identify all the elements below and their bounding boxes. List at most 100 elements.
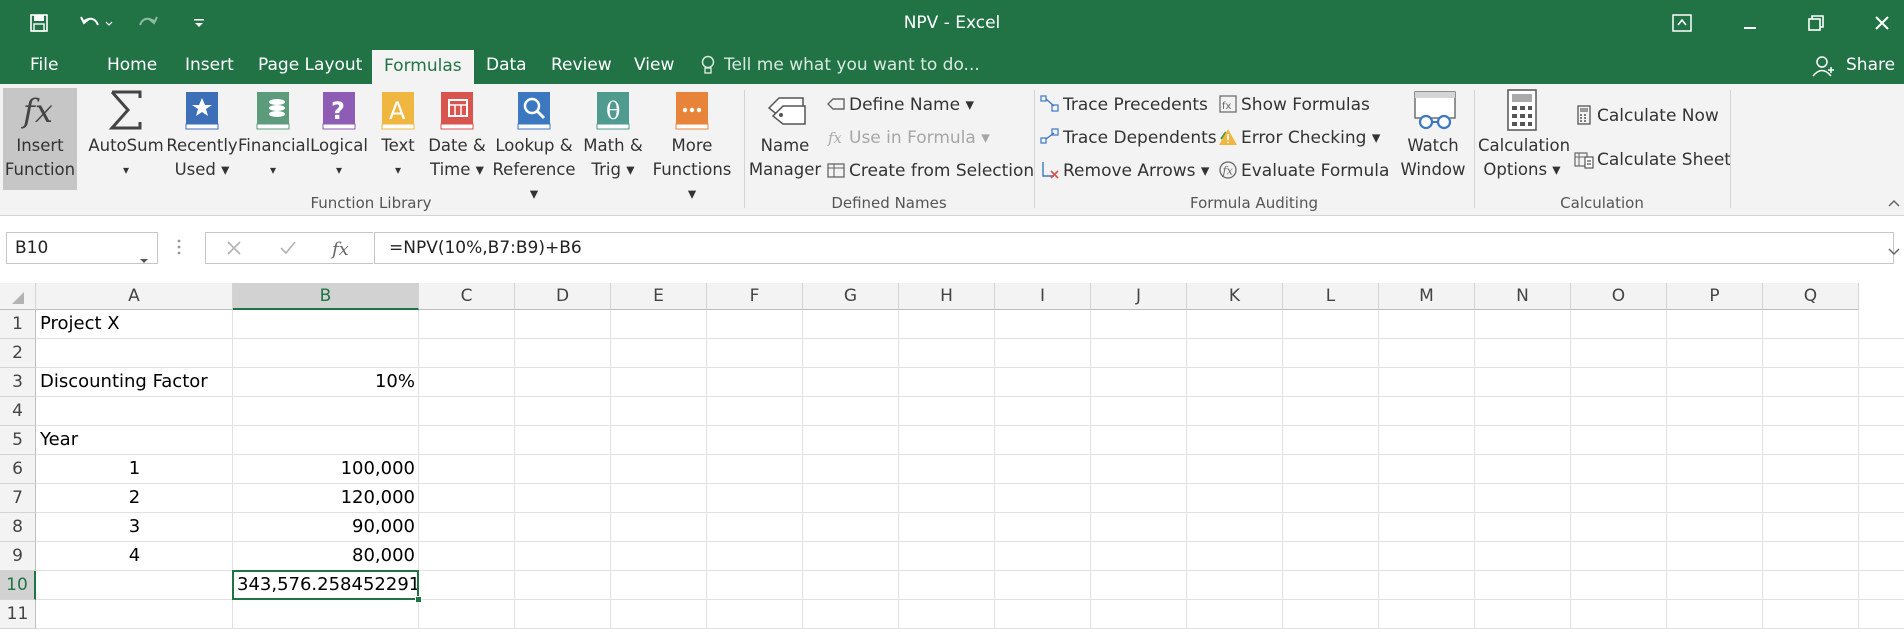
cell-a6[interactable]: 1 [36,455,233,484]
column-header-q[interactable]: Q [1763,283,1859,310]
column-header-k[interactable]: K [1187,283,1283,310]
column-header-e[interactable]: E [611,283,707,310]
cell-a5[interactable]: Year [36,426,233,455]
share-button[interactable]: Share [1846,46,1895,84]
formula-input[interactable]: =NPV(10%,B7:B9)+B6 [374,232,1894,264]
math-trig-button[interactable]: θ Math & Trig ▾ [578,88,648,182]
column-header-d[interactable]: D [515,283,611,310]
row-header-4[interactable]: 4 [0,397,36,426]
column-header-m[interactable]: M [1379,283,1475,310]
cell-a1[interactable]: Project X [36,310,233,339]
save-icon[interactable] [22,0,56,46]
svg-text:fx: fx [1222,165,1234,178]
tab-home[interactable]: Home [95,46,169,84]
worksheet-grid[interactable]: A B C D E F G H I J K L M N O P Q 1 2 3 4 5 6 7 8 9 10 11 Project XD… [0,283,1904,638]
tab-page-layout[interactable]: Page Layout [246,46,374,84]
use-in-formula-button[interactable]: fx Use in Formula ▾ [826,124,990,152]
calculation-options-button[interactable]: Calculation Options ▾ [1478,88,1570,182]
row-header-10[interactable]: 10 [0,571,36,600]
cell-b7[interactable]: 120,000 [233,484,419,513]
select-all-corner[interactable] [0,283,36,310]
tell-me-search[interactable]: Tell me what you want to do... [724,46,980,84]
name-box-dropdown-icon[interactable] [139,245,149,275]
logical-button[interactable]: ? Logical ▾ [308,88,370,182]
column-header-b[interactable]: B [233,283,419,310]
trace-dependents-button[interactable]: Trace Dependents [1040,124,1217,152]
ribbon-display-options-icon[interactable] [1664,0,1700,46]
svg-text:fx: fx [21,92,53,130]
defined-names-label: Defined Names [831,194,947,212]
more-functions-button[interactable]: More Functions ▾ [648,88,736,206]
row-header-1[interactable]: 1 [0,310,36,339]
error-checking-button[interactable]: Error Checking ▾ [1218,124,1380,152]
share-person-icon[interactable] [1812,55,1836,81]
gridline [1762,310,1763,629]
column-header-p[interactable]: P [1667,283,1763,310]
cell-a9[interactable]: 4 [36,542,233,571]
cell-b9[interactable]: 80,000 [233,542,419,571]
restore-icon[interactable] [1796,0,1836,46]
remove-arrows-button[interactable]: Remove Arrows ▾ [1040,157,1209,185]
row-header-7[interactable]: 7 [0,484,36,513]
calculate-now-button[interactable]: Calculate Now [1574,102,1719,130]
insert-function-button[interactable]: fx Insert Function [3,88,77,190]
tab-insert[interactable]: Insert [173,46,246,84]
recently-used-button[interactable]: Recently Used ▾ [166,88,238,182]
close-icon[interactable] [1862,0,1902,46]
tab-view[interactable]: View [622,46,686,84]
minimize-icon[interactable] [1730,0,1770,46]
name-box[interactable]: B10 [6,232,158,264]
collapse-ribbon-icon[interactable] [1888,196,1900,212]
define-name-button[interactable]: Define Name ▾ [826,91,974,119]
undo-icon[interactable] [74,0,118,46]
insert-function-fx-icon[interactable]: fx [330,236,354,266]
show-formulas-button[interactable]: fx Show Formulas [1218,91,1370,119]
tab-formulas[interactable]: Formulas [372,50,474,84]
trace-precedents-button[interactable]: Trace Precedents [1040,91,1208,119]
customize-qat-icon[interactable] [186,0,212,46]
cell-a7[interactable]: 2 [36,484,233,513]
cell-b8[interactable]: 90,000 [233,513,419,542]
text-button[interactable]: A Text ▾ [374,88,422,182]
confirm-entry-icon[interactable] [278,238,298,264]
column-header-i[interactable]: I [995,283,1091,310]
row-header-2[interactable]: 2 [0,339,36,368]
column-header-n[interactable]: N [1475,283,1571,310]
row-header-6[interactable]: 6 [0,455,36,484]
cell-b3[interactable]: 10% [233,368,419,397]
create-from-selection-button[interactable]: Create from Selection [826,157,1034,185]
watch-window-button[interactable]: Watch Window [1394,88,1472,182]
cell-a8[interactable]: 3 [36,513,233,542]
column-header-h[interactable]: H [899,283,995,310]
row-header-3[interactable]: 3 [0,368,36,397]
financial-button[interactable]: Financial ▾ [238,88,310,182]
autosum-button[interactable]: AutoSum ▾ [86,88,166,182]
column-header-g[interactable]: G [803,283,899,310]
column-header-c[interactable]: C [419,283,515,310]
column-header-a[interactable]: A [36,283,233,310]
question-book-icon: ? [319,88,359,132]
column-header-f[interactable]: F [707,283,803,310]
redo-icon[interactable] [126,0,170,46]
expand-formula-bar-icon[interactable] [1888,244,1900,260]
cancel-entry-icon[interactable] [224,238,244,264]
column-header-l[interactable]: L [1283,283,1379,310]
tab-file[interactable]: File [18,46,70,84]
date-time-button[interactable]: Date & Time ▾ [424,88,490,182]
row-header-8[interactable]: 8 [0,513,36,542]
name-manager-button[interactable]: Name Manager [748,88,822,182]
tab-review[interactable]: Review [539,46,624,84]
tab-data[interactable]: Data [474,46,539,84]
calculate-sheet-button[interactable]: Calculate Sheet [1574,146,1731,174]
lookup-reference-button[interactable]: Lookup & Reference ▾ [490,88,578,206]
column-header-j[interactable]: J [1091,283,1187,310]
column-header-o[interactable]: O [1571,283,1667,310]
cell-b6[interactable]: 100,000 [233,455,419,484]
row-header-9[interactable]: 9 [0,542,36,571]
fill-handle[interactable] [415,596,422,603]
row-header-5[interactable]: 5 [0,426,36,455]
gridline [36,338,1904,339]
row-header-11[interactable]: 11 [0,600,36,629]
evaluate-formula-button[interactable]: fx Evaluate Formula [1218,157,1389,185]
cell-a3[interactable]: Discounting Factor [36,368,233,397]
